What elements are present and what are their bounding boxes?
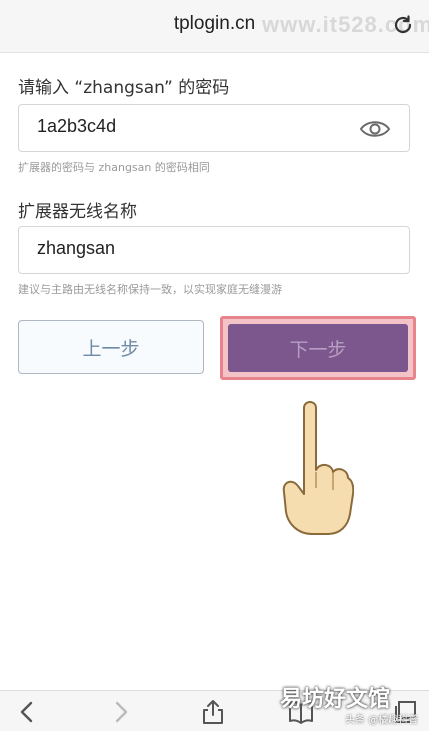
brand-watermark: 易坊好文馆 bbox=[280, 687, 391, 712]
eye-icon[interactable] bbox=[359, 117, 391, 141]
password-label: 请输入 “zhangsan” 的密码 bbox=[18, 78, 230, 98]
ssid-field-box[interactable] bbox=[18, 226, 410, 274]
password-hint: 扩展器的密码与 zhangsan 的密码相同 bbox=[18, 161, 210, 174]
next-button-highlight: 下一步 bbox=[220, 316, 416, 380]
password-input[interactable] bbox=[37, 116, 357, 137]
forward-arrow-icon[interactable] bbox=[108, 699, 134, 725]
browser-url-bar[interactable]: tplogin.cn www.it528.com bbox=[0, 0, 429, 53]
reload-icon[interactable] bbox=[392, 14, 414, 36]
password-field-box[interactable] bbox=[18, 104, 410, 152]
author-watermark: 头条 @橘趣科普 bbox=[345, 715, 419, 726]
pointing-hand-icon bbox=[282, 401, 354, 535]
back-arrow-icon[interactable] bbox=[14, 699, 40, 725]
next-step-button[interactable]: 下一步 bbox=[228, 324, 408, 372]
ssid-hint: 建议与主路由无线名称保持一致，以实现家庭无缝漫游 bbox=[18, 283, 282, 296]
ssid-label: 扩展器无线名称 bbox=[18, 202, 137, 222]
share-icon[interactable] bbox=[200, 699, 226, 725]
prev-step-button[interactable]: 上一步 bbox=[18, 320, 204, 374]
ssid-input[interactable] bbox=[37, 238, 357, 259]
